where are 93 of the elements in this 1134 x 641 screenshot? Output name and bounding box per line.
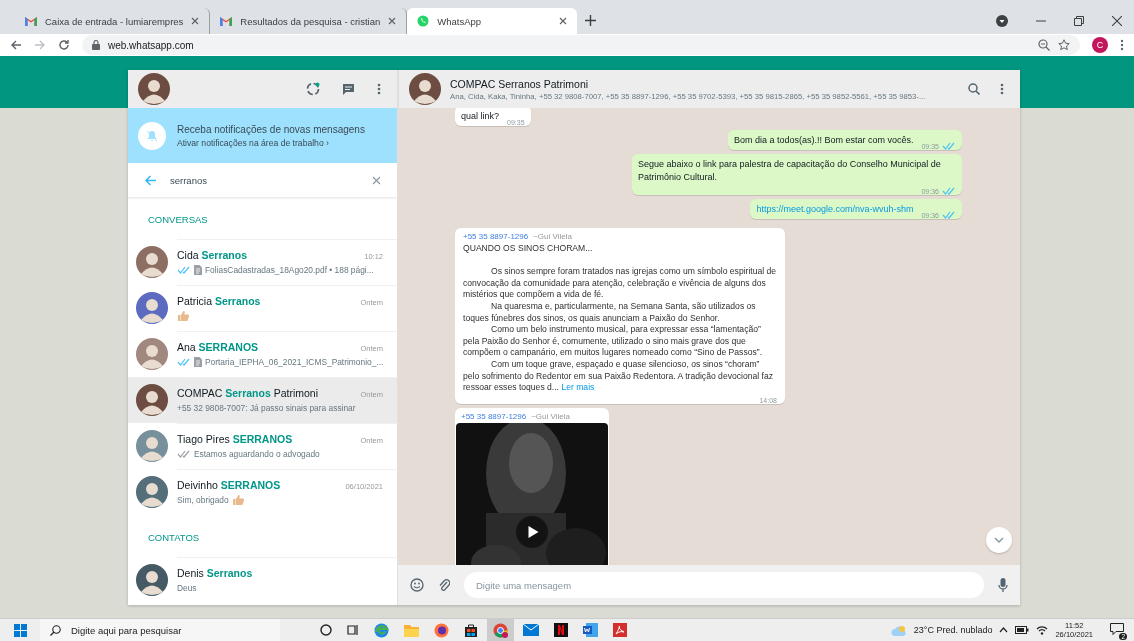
edge-icon[interactable]: [374, 622, 389, 638]
play-icon[interactable]: [516, 515, 548, 548]
circle-icon[interactable]: [320, 624, 332, 636]
menu-icon[interactable]: [1000, 83, 1004, 95]
app-icon[interactable]: [554, 623, 568, 637]
restore-icon[interactable]: [1074, 16, 1084, 26]
chevron-down-icon: [994, 537, 1004, 543]
taskbar-search-box[interactable]: Digite aqui para pesquisar: [40, 619, 280, 641]
wifi-icon[interactable]: [1036, 625, 1049, 635]
tab-search-icon[interactable]: [996, 15, 1008, 27]
message-text: Bom dia a todos(as).!! Bom estar com vocês.: [733, 134, 914, 147]
avatar-icon: [136, 476, 168, 508]
chat-title[interactable]: COMPAC Serranos Patrimoni: [450, 77, 945, 90]
close-icon[interactable]: [1112, 16, 1122, 26]
back-icon[interactable]: [10, 39, 22, 51]
message-paragraph: Com um toque grave, espaçado e quase silencioso, os sinos “choram” pelo sofrimento do Redentor em sua Paixão Redentora. A tradição devocional faz ressoar esses toques d... Ler mais: [463, 358, 775, 394]
avatar-icon: [136, 292, 168, 324]
sender-phone[interactable]: +55 35 8897-1296: [463, 232, 529, 241]
message-preview: Portaria_IEPHA_06_2021_ICMS_Patrimonio_...: [205, 357, 383, 367]
chat-name: COMPAC Serranos Patrimoni: [177, 387, 320, 399]
store-icon[interactable]: [464, 623, 478, 637]
avatar-icon: [409, 73, 441, 105]
new-tab-icon[interactable]: [585, 15, 597, 26]
task-view-icon[interactable]: [347, 624, 359, 636]
attach-icon[interactable]: [438, 578, 450, 592]
avatar-icon: [138, 73, 170, 105]
zoom-out-icon[interactable]: [1038, 39, 1050, 51]
search-field[interactable]: serranos: [170, 174, 358, 186]
browser-tab[interactable]: WhatsApp: [407, 8, 578, 34]
sender-name: ~Gui Vilela: [531, 411, 570, 421]
clear-icon[interactable]: [372, 175, 381, 185]
sender-phone[interactable]: +55 35 8897-1296: [461, 411, 527, 421]
caret-up-icon[interactable]: [999, 627, 1009, 633]
chat-name: Ana SERRANOS: [177, 341, 260, 353]
profile-button[interactable]: C: [1092, 37, 1108, 53]
reload-icon[interactable]: [58, 39, 70, 51]
search-icon[interactable]: [968, 83, 980, 95]
gmail-icon: [220, 16, 233, 26]
chat-name: Patricia Serranos: [177, 295, 262, 307]
message-title: QUANDO OS SINOS CHORAM...: [463, 243, 594, 255]
menu-icon[interactable]: [377, 83, 381, 95]
section-heading: CONVERSAS: [147, 213, 209, 227]
taskbar-search-field[interactable]: Digite aqui para pesquisar: [69, 623, 280, 637]
firefox-icon[interactable]: [434, 622, 449, 638]
message-text: qual link?: [461, 110, 500, 123]
avatar-icon: [136, 564, 168, 596]
whatsapp-icon: [417, 15, 430, 27]
chat-name: Tiago Pires SERRANOS: [177, 433, 294, 445]
menu-icon[interactable]: [1120, 39, 1124, 51]
windows-icon[interactable]: [13, 623, 27, 637]
message-text: Segue abaixo o link para palestra de capacitação do Conselho Municipal de Patrimônio Cultural.: [638, 158, 942, 184]
pdf-icon[interactable]: [613, 623, 627, 637]
message-paragraph: Na quaresma e, particularmente, na Semana Santa, são utilizados os toques fúnebres dos sinos, os quais anunciam a Paixão do Senhor.: [463, 300, 757, 325]
section-heading: CONTATOS: [147, 531, 201, 545]
gmail-icon: [25, 16, 37, 26]
notification-icon[interactable]: [1110, 623, 1124, 635]
weather-text[interactable]: 23°C Pred. nublado: [913, 625, 993, 635]
new-chat-icon[interactable]: [342, 82, 355, 96]
close-icon[interactable]: [388, 17, 397, 25]
address-bar[interactable]: web.whatsapp.com: [82, 35, 1080, 55]
chat-row[interactable]: Denis Serranos Deus: [128, 557, 397, 603]
search-icon: [50, 624, 61, 636]
battery-icon[interactable]: [1015, 626, 1030, 634]
avatar-icon: [136, 246, 168, 278]
message-paragraph: Os sinos sempre foram tratados nas igrejas como um símbolo espiritual de convocação da comunidade para atenção, celebração e vivência de alguns dos mistérios que compõem a vida de fé.: [463, 266, 777, 301]
avatar-icon: [136, 430, 168, 462]
message-preview: FoliasCadastradas_18Ago20.pdf • 188 pági...: [205, 265, 374, 275]
message-preview: +55 32 9808-7007: Já passo sinais para assinar: [177, 403, 356, 413]
url-text: web.whatsapp.com: [108, 39, 195, 51]
enable-notifications-link[interactable]: Ativar notificações na área de trabalho ›: [177, 137, 365, 148]
message-preview: Estamos aguardando o advogado: [194, 449, 320, 459]
close-icon[interactable]: [191, 17, 200, 25]
chat-name: Deivinho SERRANOS: [177, 479, 282, 491]
lock-icon: [92, 40, 100, 50]
chat-name: Cida Serranos: [177, 249, 249, 261]
star-icon[interactable]: [1058, 39, 1070, 51]
avatar-icon: [136, 338, 168, 370]
message-preview: Deus: [177, 583, 197, 593]
avatar-icon: [136, 384, 168, 416]
message-preview: Sim, obrigado: [177, 495, 229, 505]
notification-title: Receba notificações de novas mensagens: [177, 123, 365, 135]
chrome-icon[interactable]: [487, 618, 514, 641]
muted-bell-icon: [146, 129, 158, 142]
emoji-icon[interactable]: [410, 578, 424, 592]
status-icon[interactable]: [306, 82, 320, 96]
microphone-icon[interactable]: [998, 577, 1008, 593]
word-icon[interactable]: [583, 623, 598, 637]
message-input[interactable]: Digite uma mensagem: [464, 572, 984, 598]
message-paragraph: Como um belo instrumento musical, para expressar essa “lamentação” pela Paixão do Senhor é, comumente, utilizado o sino mais grave dos que compõem o campanário, em muitos lugares nomeado como “Sino de Passos”.: [463, 324, 763, 359]
close-icon[interactable]: [559, 17, 568, 25]
sender-name: ~Gui Vilela: [533, 232, 572, 241]
chat-name: Denis Serranos: [177, 567, 254, 579]
mail-icon[interactable]: [523, 624, 539, 636]
